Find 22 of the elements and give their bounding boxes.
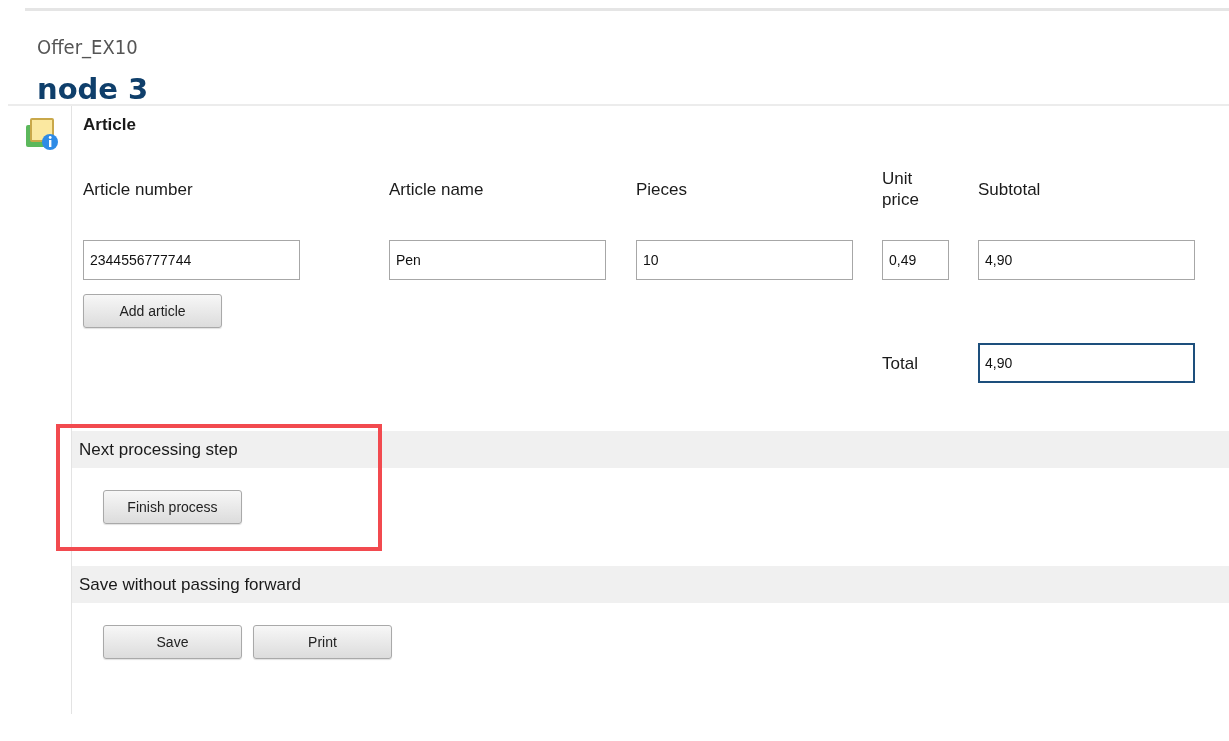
column-label: Subtotal bbox=[978, 178, 1041, 200]
action-button[interactable]: Finish process bbox=[103, 490, 242, 524]
action-button[interactable]: Print bbox=[253, 625, 392, 659]
record-title: node 3 bbox=[37, 71, 149, 107]
section-heading: Next processing step bbox=[79, 439, 238, 460]
input-field[interactable]: Pen bbox=[389, 240, 606, 280]
column-label: Pieces bbox=[636, 178, 688, 200]
column-label: Article name bbox=[389, 178, 484, 200]
input-field[interactable]: 2344556777744 bbox=[83, 240, 300, 280]
input-field[interactable]: 10 bbox=[636, 240, 853, 280]
input-field[interactable]: 4,90 bbox=[978, 240, 1195, 280]
input-field[interactable]: 0,49 bbox=[882, 240, 949, 280]
action-button[interactable]: Save bbox=[103, 625, 242, 659]
total-label: Total bbox=[882, 352, 918, 374]
add-article-button[interactable]: Add article bbox=[83, 294, 222, 328]
section-heading: Save without passing forward bbox=[79, 574, 302, 595]
column-label: Unit price bbox=[882, 168, 920, 210]
note-info-icon bbox=[25, 117, 59, 151]
record-type-label: Offer_EX10 bbox=[37, 35, 138, 59]
section-heading: Article bbox=[83, 115, 136, 135]
total-field[interactable]: 4,90 bbox=[978, 343, 1195, 383]
column-label: Article number bbox=[83, 178, 193, 200]
